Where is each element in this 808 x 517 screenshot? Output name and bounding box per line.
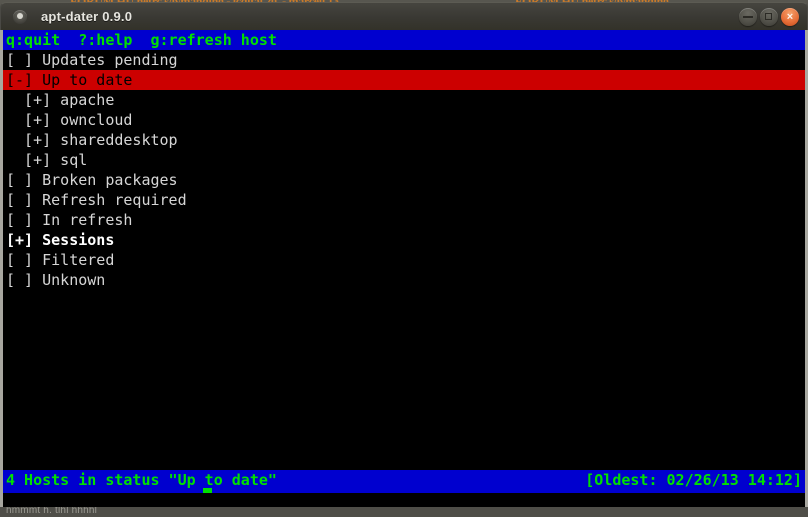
host-group-row[interactable]: [+] apache — [3, 90, 805, 110]
status-bar: 4 Hosts in status "Up to date" [Oldest: … — [3, 470, 805, 490]
taskbar-label: hmmmt h. tlhl hhhhl — [6, 507, 98, 516]
host-group-row[interactable]: [+] Sessions — [3, 230, 805, 250]
status-left-text: 4 Hosts in status "Up to date" — [6, 471, 277, 489]
minimize-button[interactable]: – — [739, 8, 757, 26]
host-group-row[interactable]: [ ] In refresh — [3, 210, 805, 230]
host-group-row[interactable]: [+] sql — [3, 150, 805, 170]
host-group-row[interactable]: [ ] Filtered — [3, 250, 805, 270]
host-group-row[interactable]: [ ] Refresh required — [3, 190, 805, 210]
host-group-row[interactable]: [ ] Broken packages — [3, 170, 805, 190]
key-hint-bar[interactable]: q:quit ?:help g:refresh host — [3, 30, 805, 50]
host-group-row[interactable]: [-] Up to date — [3, 70, 805, 90]
window-titlebar[interactable]: apt-dater 0.9.0 – □ × — [0, 2, 808, 30]
close-icon: × — [786, 11, 794, 23]
maximize-icon: □ — [760, 8, 778, 26]
minimize-icon: – — [739, 8, 757, 26]
maximize-button[interactable]: □ — [760, 8, 778, 26]
terminal-frame: q:quit ?:help g:refresh host [ ] Updates… — [0, 30, 808, 511]
host-group-list[interactable]: [ ] Updates pending [-] Up to date [+] ap… — [3, 50, 805, 290]
command-line[interactable] — [3, 488, 805, 508]
command-line-filler — [3, 493, 805, 508]
host-group-row[interactable]: [ ] Updates pending — [3, 50, 805, 70]
close-button[interactable]: × — [781, 8, 799, 26]
host-group-row[interactable]: [ ] Unknown — [3, 270, 805, 290]
host-group-row[interactable]: [+] owncloud — [3, 110, 805, 130]
status-oldest-text: [Oldest: 02/26/13 14:12] — [585, 471, 802, 489]
terminal-screen[interactable]: q:quit ?:help g:refresh host [ ] Updates… — [3, 30, 805, 508]
window-controls: – □ × — [739, 8, 799, 26]
terminal-window: apt-dater 0.9.0 – □ × q:quit ?:help g:re… — [0, 2, 808, 511]
desktop-taskbar[interactable]: hmmmt h. tlhl hhhhl — [0, 507, 808, 517]
window-title: apt-dater 0.9.0 — [41, 9, 133, 24]
host-group-row[interactable]: [+] shareddesktop — [3, 130, 805, 150]
screen: FORUM.HU netrc s/ivmanding - icdital 20.… — [0, 0, 808, 517]
terminal-icon — [13, 9, 27, 24]
